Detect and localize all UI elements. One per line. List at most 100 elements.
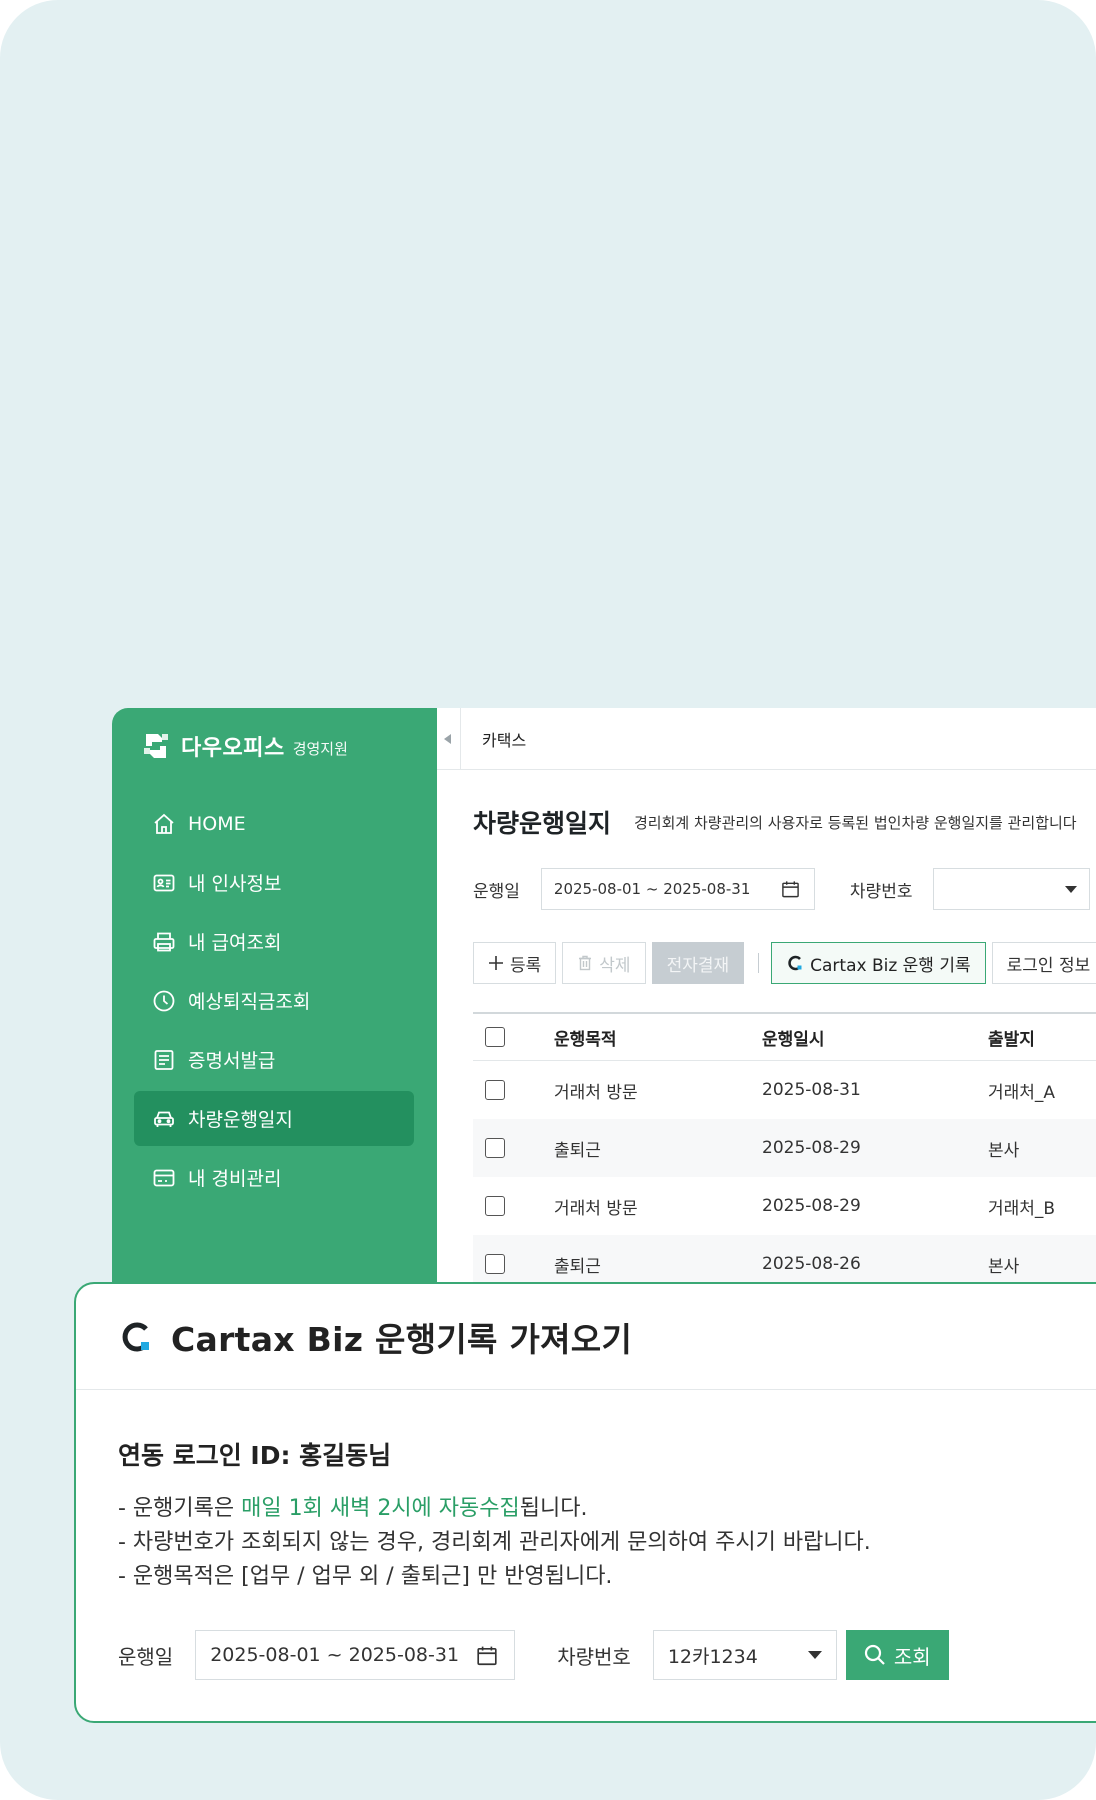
sidebar-item-expense[interactable]: 내 경비관리: [134, 1150, 414, 1205]
sidebar-nav: HOME 내 인사정보 내 급여조회 예상퇴직금조회 증명서발급 차량운행일지 …: [134, 796, 414, 1209]
toolbar: 등록 삭제 전자결재 Cartax Biz 운행 기록 로그인 정보: [473, 942, 1096, 984]
row-checkbox[interactable]: [485, 1138, 505, 1158]
dauoffice-logo-icon: [144, 734, 168, 758]
car-icon: [154, 1111, 174, 1127]
approval-button[interactable]: 전자결재: [651, 942, 745, 984]
cartax-logo-icon: [122, 1322, 149, 1351]
column-header-purpose[interactable]: 운행목적: [554, 1025, 617, 1050]
background-card: 다우오피스 경영지원 HOME 내 인사정보 내 급여조회 예상퇴직금조회 증명…: [0, 0, 1096, 1800]
topbar: 카택스: [437, 708, 1096, 770]
cartax-record-button-label: Cartax Biz 운행 기록: [810, 955, 971, 976]
note-line-3: - 운행목적은 [업무 / 업무 외 / 출퇴근] 만 반영됩니다.: [118, 1564, 613, 1589]
sidebar-item-certificate[interactable]: 증명서발급: [134, 1032, 414, 1087]
cell-departure: 본사: [988, 1256, 1020, 1277]
column-header-departure[interactable]: 출발지: [988, 1025, 1035, 1050]
register-button[interactable]: 등록: [473, 942, 557, 984]
tab-cartax[interactable]: 카택스: [482, 727, 526, 751]
sidebar-item-label: 차량운행일지: [188, 1109, 293, 1131]
sidebar-item-label: 내 급여조회: [188, 932, 282, 954]
modal-date-range-value: 2025-08-01 ~ 2025-08-31: [210, 1644, 460, 1666]
sidebar-item-label: 내 인사정보: [188, 873, 282, 895]
approval-button-label: 전자결재: [666, 955, 730, 976]
cartax-import-modal: Cartax Biz 운행기록 가져오기 연동 로그인 ID: 홍길동님 - 운…: [74, 1282, 1096, 1723]
calendar-icon[interactable]: [781, 880, 800, 899]
sidebar-item-label: 예상퇴직금조회: [188, 991, 311, 1013]
calendar-icon[interactable]: [476, 1645, 498, 1667]
trash-icon: [579, 955, 592, 971]
note-text: - 운행기록은: [118, 1496, 242, 1521]
modal-header: Cartax Biz 운행기록 가져오기: [76, 1284, 1096, 1390]
cartax-logo-icon: [788, 955, 802, 971]
login-info-button[interactable]: 로그인 정보: [991, 942, 1096, 984]
search-button-label: 조회: [893, 1644, 931, 1669]
delete-button[interactable]: 삭제: [562, 942, 646, 984]
modal-vehicle-select[interactable]: 12카1234: [652, 1630, 837, 1680]
cell-datetime: 2025-08-26: [762, 1254, 861, 1274]
row-checkbox[interactable]: [485, 1196, 505, 1216]
cell-datetime: 2025-08-31: [762, 1080, 861, 1100]
brand-name: 다우오피스: [181, 736, 285, 761]
cell-departure: 거래처_A: [988, 1082, 1056, 1103]
cell-departure: 거래처_B: [988, 1198, 1056, 1219]
modal-date-label: 운행일: [118, 1644, 174, 1669]
column-header-datetime[interactable]: 운행일시: [762, 1025, 825, 1050]
cartax-record-button[interactable]: Cartax Biz 운행 기록: [771, 942, 986, 984]
page-description: 경리회계 차량관리의 사용자로 등록된 법인차량 운행일지를 관리합니다: [634, 814, 1077, 832]
cell-purpose: 거래처 방문: [554, 1198, 638, 1219]
cell-datetime: 2025-08-29: [762, 1138, 861, 1158]
vehicle-select[interactable]: [933, 868, 1091, 910]
date-range-input[interactable]: 2025-08-01 ~ 2025-08-31: [540, 868, 815, 910]
modal-date-range-input[interactable]: 2025-08-01 ~ 2025-08-31: [195, 1630, 516, 1680]
sidebar-item-hr-info[interactable]: 내 인사정보: [134, 855, 414, 910]
sidebar-item-salary[interactable]: 내 급여조회: [134, 914, 414, 969]
modal-vehicle-label: 차량번호: [557, 1644, 631, 1669]
cell-datetime: 2025-08-29: [762, 1196, 861, 1216]
linked-login-id: 연동 로그인 ID: 홍길동님: [118, 1441, 392, 1470]
brand: 다우오피스 경영지원: [140, 730, 348, 762]
note-highlight: 매일 1회 새벽 2시에 자동수집: [241, 1496, 520, 1521]
sidebar-item-label: HOME: [188, 812, 246, 835]
table-row[interactable]: 거래처 방문 2025-08-29 거래처_B: [473, 1177, 1096, 1235]
chevron-down-icon: [1065, 886, 1078, 893]
brand-sub: 경영지원: [292, 739, 348, 758]
plus-icon: [489, 956, 503, 970]
table-row[interactable]: 거래처 방문 2025-08-31 거래처_A: [473, 1061, 1096, 1119]
sidebar-item-label: 증명서발급: [188, 1050, 276, 1072]
login-info-button-label: 로그인 정보: [1006, 955, 1091, 976]
modal-filter-row: 운행일 2025-08-01 ~ 2025-08-31 차량번호 12카1234…: [118, 1630, 949, 1680]
id-card-icon: [153, 874, 175, 891]
date-range-value: 2025-08-01 ~ 2025-08-31: [553, 880, 751, 898]
clock-icon: [153, 990, 175, 1011]
modal-title: Cartax Biz 운행기록 가져오기: [171, 1319, 633, 1359]
cell-departure: 본사: [988, 1140, 1020, 1161]
delete-button-label: 삭제: [599, 955, 631, 976]
vehicle-log-table: 운행목적 운행일시 출발지 거래처 방문 2025-08-31 거래처_A 출퇴…: [473, 1012, 1096, 1293]
search-button[interactable]: 조회: [845, 1630, 949, 1680]
modal-notes: - 운행기록은 매일 1회 새벽 2시에 자동수집됩니다. - 차량번호가 조회…: [118, 1492, 871, 1594]
home-icon: [154, 813, 174, 834]
toolbar-separator: [758, 953, 760, 973]
sidebar-item-severance[interactable]: 예상퇴직금조회: [134, 973, 414, 1028]
sidebar-item-vehicle-log[interactable]: 차량운행일지: [134, 1091, 414, 1146]
register-button-label: 등록: [510, 955, 542, 976]
select-all-checkbox[interactable]: [485, 1027, 505, 1047]
cell-purpose: 거래처 방문: [554, 1082, 638, 1103]
vehicle-label: 차량번호: [849, 881, 913, 902]
chevron-down-icon: [807, 1651, 822, 1659]
collapse-sidebar-icon[interactable]: [444, 733, 451, 744]
page-title: 차량운행일지: [473, 809, 612, 838]
sidebar-item-label: 내 경비관리: [188, 1168, 282, 1190]
cell-purpose: 출퇴근: [554, 1256, 601, 1277]
table-header-row: 운행목적 운행일시 출발지: [473, 1014, 1096, 1061]
modal-vehicle-value: 12카1234: [667, 1645, 758, 1668]
document-icon: [154, 1049, 174, 1070]
note-line-2: - 차량번호가 조회되지 않는 경우, 경리회계 관리자에게 문의하여 주시기 …: [118, 1530, 871, 1555]
search-icon: [864, 1644, 885, 1665]
card-icon: [153, 1169, 175, 1186]
row-checkbox[interactable]: [485, 1254, 505, 1274]
note-line-1: - 운행기록은 매일 1회 새벽 2시에 자동수집됩니다.: [118, 1492, 871, 1526]
sidebar-item-home[interactable]: HOME: [134, 796, 414, 851]
row-checkbox[interactable]: [485, 1080, 505, 1100]
table-row[interactable]: 출퇴근 2025-08-29 본사: [473, 1119, 1096, 1177]
date-label: 운행일: [473, 881, 520, 902]
